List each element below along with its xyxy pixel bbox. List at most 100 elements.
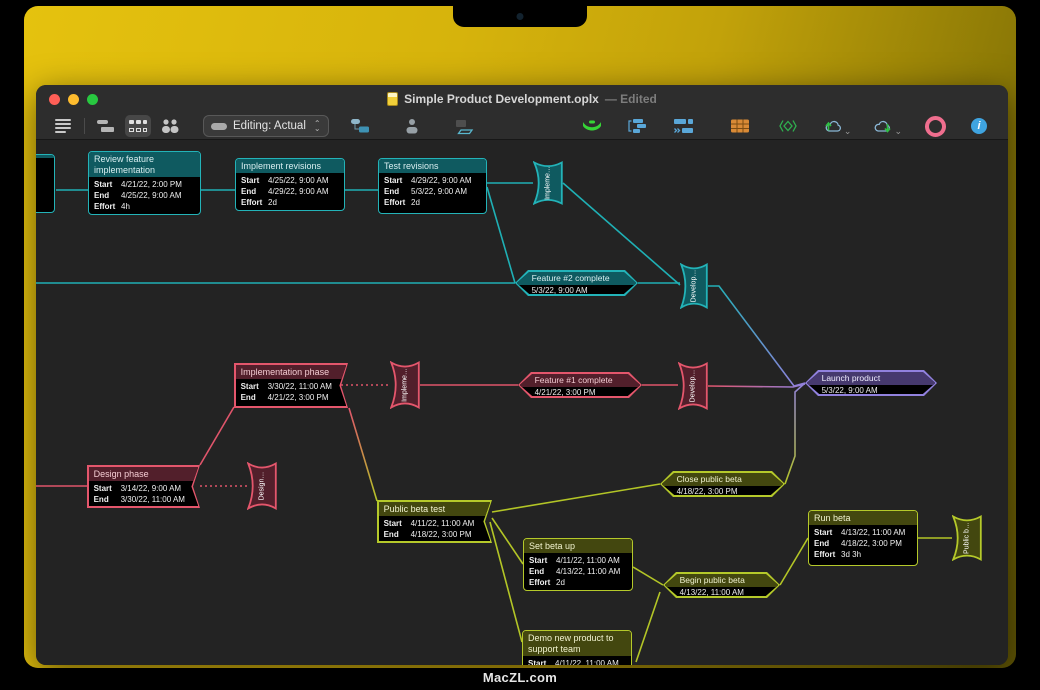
- group-flag-implementation-red[interactable]: Impleme…: [390, 361, 420, 409]
- connector-line: [708, 384, 805, 387]
- brand-label: MacZL.com: [0, 668, 1040, 688]
- chevron-updown-icon: ⌃⌄: [314, 121, 321, 131]
- view-options-icon: [53, 118, 73, 135]
- node-field: Start4/11/22, 11:00 AM: [384, 518, 486, 529]
- design-phase[interactable]: Design phaseStart3/14/22, 9:00 AMEnd3/30…: [87, 465, 200, 508]
- node-title: Implementation phase: [236, 365, 347, 379]
- close-public-beta[interactable]: Close public beta4/18/22, 3:00 PM: [660, 471, 785, 497]
- group-flag-design-red[interactable]: Design…: [247, 462, 277, 510]
- app-window: Simple Product Development.oplx — Edited…: [36, 85, 1008, 665]
- connector-line: [487, 187, 515, 283]
- network-view-icon: [128, 118, 148, 134]
- reschedule-button[interactable]: [671, 115, 697, 137]
- node-field: Start4/29/22, 9:00 AM: [384, 175, 481, 186]
- milestone-title: Launch product: [807, 372, 936, 385]
- inspector-info-button[interactable]: i: [966, 115, 992, 137]
- implement-revisions[interactable]: Implement revisionsStart4/25/22, 9:00 AM…: [235, 158, 345, 211]
- group-flag-implementation-teal[interactable]: Impleme…: [533, 161, 563, 205]
- implementation-phase[interactable]: Implementation phaseStart3/30/22, 11:00 …: [234, 363, 348, 408]
- node-title: Demo new product to support team: [523, 631, 631, 656]
- assign-resource-button[interactable]: [399, 115, 425, 137]
- clipped-task[interactable]: [36, 154, 55, 213]
- node-title: Set beta up: [524, 539, 632, 553]
- milestone-date: 4/13/22, 11:00 AM: [665, 587, 779, 597]
- node-field: End4/25/22, 9:00 AM: [94, 190, 195, 201]
- run-beta[interactable]: Run betaStart4/13/22, 11:00 AMEnd4/18/22…: [808, 510, 918, 566]
- milestone-title: Feature #2 complete: [517, 272, 637, 285]
- flag-label: Impleme…: [545, 166, 552, 200]
- publish-upload-button[interactable]: ⌄: [823, 118, 852, 134]
- node-field: Effort2d: [241, 197, 339, 208]
- node-field: Start4/11/22, 11:00 AM: [529, 555, 627, 566]
- connector-line: [200, 407, 234, 465]
- begin-public-beta[interactable]: Begin public beta4/13/22, 11:00 AM: [663, 572, 780, 598]
- document-icon: [387, 92, 398, 106]
- milestone-title: Begin public beta: [665, 574, 779, 587]
- feature-2-complete[interactable]: Feature #2 complete5/3/22, 9:00 AM: [515, 270, 638, 296]
- milestone-title: Feature #1 complete: [520, 374, 641, 387]
- test-revisions[interactable]: Test revisionsStart4/29/22, 9:00 AMEnd5/…: [378, 158, 487, 214]
- node-field: Effort2d: [384, 197, 481, 208]
- connector-line: [636, 592, 660, 662]
- window-title-area: Simple Product Development.oplx — Edited: [36, 85, 1008, 113]
- connect-tasks-icon: [350, 118, 370, 134]
- demo-new-product-to-support-team[interactable]: Demo new product to support teamStart4/1…: [522, 630, 632, 665]
- laptop-screen: Simple Product Development.oplx — Edited…: [24, 6, 1016, 668]
- milestone-date: 5/3/22, 9:00 AM: [807, 385, 936, 395]
- laptop-hinge: MacZL.com: [0, 668, 1040, 690]
- editing-mode-dropdown[interactable]: Editing: Actual ⌃⌄: [203, 115, 329, 137]
- resource-view-button[interactable]: [157, 115, 183, 137]
- toolbar-separator: [84, 118, 85, 134]
- resource-view-icon: [160, 118, 180, 134]
- network-view-button[interactable]: [125, 115, 151, 137]
- node-title: Public beta test: [379, 502, 491, 516]
- chevron-down-icon: ⌄: [844, 128, 852, 134]
- flag-label: Public b…: [964, 522, 971, 554]
- review-feature-implementation[interactable]: Review feature implementationStart4/21/2…: [88, 151, 201, 215]
- connector-line: [349, 408, 377, 501]
- catch-up-button[interactable]: [579, 115, 605, 137]
- node-title: Design phase: [89, 467, 199, 481]
- connector-line: [780, 538, 808, 585]
- cloud-upload-icon: [823, 118, 843, 134]
- record-button[interactable]: [922, 115, 948, 137]
- dependency-lines: [36, 141, 1008, 665]
- window-edited-state: — Edited: [605, 92, 657, 106]
- launch-product[interactable]: Launch product5/3/22, 9:00 AM: [805, 370, 937, 396]
- editing-mode-label: Editing: Actual: [233, 120, 306, 132]
- set-beta-up[interactable]: Set beta up Start4/11/22, 11:00 AMEnd4/13…: [523, 538, 633, 591]
- node-field: Start4/25/22, 9:00 AM: [241, 175, 339, 186]
- view-options-button[interactable]: [50, 115, 76, 137]
- group-flag-development-red[interactable]: Develop…: [678, 362, 708, 410]
- display-notch: [453, 6, 587, 27]
- level-resources-button[interactable]: [625, 115, 651, 137]
- assign-resource-icon: [402, 118, 422, 134]
- toolbar: Editing: Actual ⌃⌄: [36, 113, 1008, 140]
- milestone-date: 4/21/22, 3:00 PM: [520, 387, 641, 397]
- node-field: Effort4h: [94, 201, 195, 212]
- group-flag-public-beta-olive[interactable]: Public b…: [952, 515, 982, 561]
- flag-label: Develop…: [690, 370, 697, 403]
- milestones-button[interactable]: [775, 115, 801, 137]
- split-task-icon: [454, 118, 474, 135]
- milestones-icon: [778, 118, 798, 134]
- node-field: End4/21/22, 3:00 PM: [241, 392, 342, 403]
- feature-1-complete[interactable]: Feature #1 complete4/21/22, 3:00 PM: [518, 372, 642, 398]
- node-title: Run beta: [809, 511, 917, 525]
- connector-line: [633, 567, 663, 585]
- node-field: End4/13/22, 11:00 AM: [529, 566, 627, 577]
- node-field: Start4/21/22, 2:00 PM: [94, 179, 195, 190]
- custom-data-table-icon: [730, 118, 750, 134]
- custom-data-table-button[interactable]: [727, 115, 753, 137]
- title-bar: Simple Product Development.oplx — Edited: [36, 85, 1008, 113]
- task-view-button[interactable]: [93, 115, 119, 137]
- public-beta-test[interactable]: Public beta test Start4/11/22, 11:00 AMEn…: [377, 500, 492, 543]
- connect-tasks-button[interactable]: [347, 115, 373, 137]
- sync-download-button[interactable]: ⌄: [873, 118, 902, 134]
- milestone-date: 5/3/22, 9:00 AM: [517, 285, 637, 295]
- node-field: End4/18/22, 3:00 PM: [384, 529, 486, 540]
- split-task-button[interactable]: [451, 115, 477, 137]
- group-flag-development-teal[interactable]: Develop…: [680, 263, 708, 309]
- milestone-date: 4/18/22, 3:00 PM: [662, 486, 784, 496]
- network-canvas[interactable]: Review feature implementationStart4/21/2…: [36, 141, 1008, 665]
